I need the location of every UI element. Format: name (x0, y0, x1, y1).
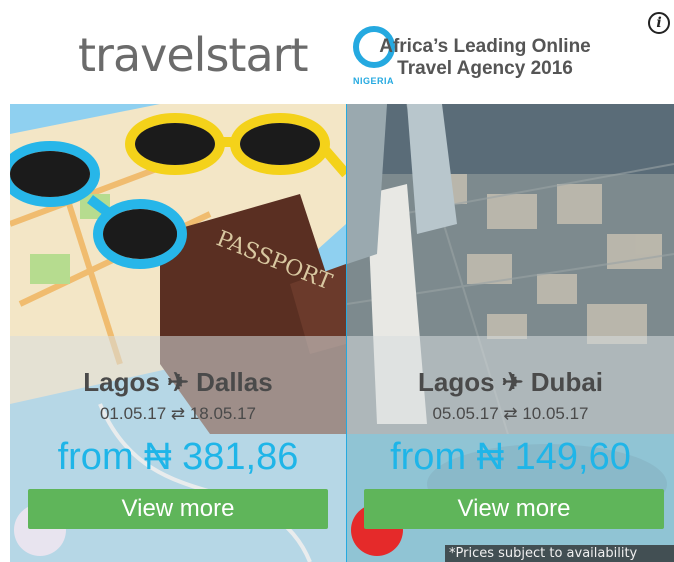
deal-price: from ₦ 149,60 (390, 436, 631, 478)
info-icon[interactable]: i (648, 12, 670, 34)
logo-wordmark: travelstart (78, 28, 309, 82)
tagline-line-2: Travel Agency 2016 (397, 58, 573, 79)
price-disclaimer: *Prices subject to availability (445, 545, 674, 562)
deal-dates: 05.05.17 ⇄ 10.05.17 (432, 404, 589, 423)
deal-card-dubai[interactable]: Lagos ✈ Dubai 05.05.17 ⇄ 10.05.17 from ₦… (347, 104, 674, 562)
deal-price: from ₦ 381,86 (57, 436, 299, 478)
deal-route: Lagos ✈ Dallas (83, 367, 273, 397)
ad-header: travelstart NIGERIA Africa’s Leading Onl… (10, 10, 674, 104)
tagline-line-1: Africa’s Leading Online (379, 36, 591, 57)
view-more-button[interactable]: View more (364, 489, 664, 529)
view-more-button[interactable]: View more (28, 489, 328, 529)
tagline: Africa’s Leading Online Travel Agency 20… (360, 36, 610, 80)
deal-dates: 01.05.17 ⇄ 18.05.17 (99, 404, 257, 423)
deal-card-dallas[interactable]: PASSPORT Lagos ✈ Dallas 01.05.17 ⇄ 18.05… (10, 104, 346, 562)
deal-route: Lagos ✈ Dubai (417, 367, 604, 397)
